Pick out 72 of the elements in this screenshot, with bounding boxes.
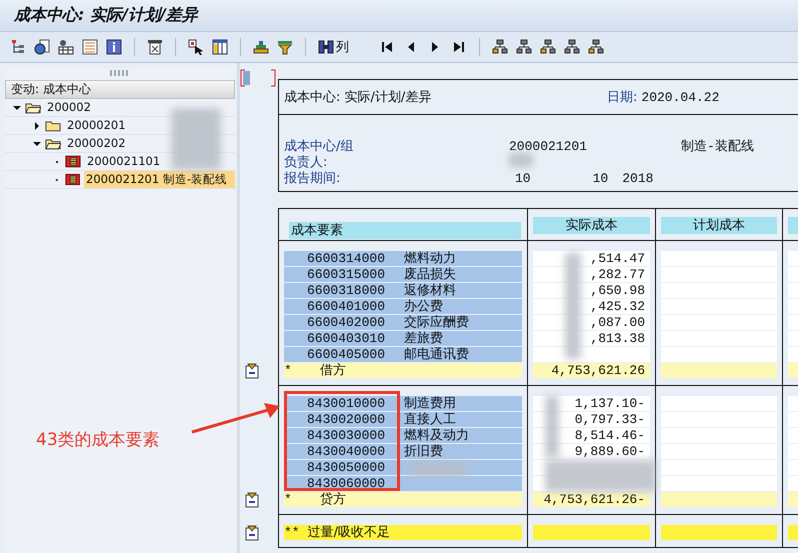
tree-item[interactable]: 2000021101 [85, 153, 162, 170]
field-label: 负责人: [284, 155, 328, 171]
document-icon[interactable] [34, 39, 50, 55]
blurred-area [171, 108, 221, 170]
list-icon[interactable] [82, 39, 98, 55]
cost-element-cell: 6600405000 邮电通讯费 [284, 347, 522, 362]
field-label: 报告期间: [284, 171, 342, 187]
blurred-area [509, 153, 533, 167]
cursor-icon[interactable] [188, 39, 204, 55]
cost-element-cell: 6600403010 差旅费 [284, 331, 522, 346]
cost-element-cell: 8430010000 制造费用 [284, 396, 522, 411]
tree-item[interactable]: 20000202 [65, 135, 128, 152]
collapse-arrow-icon[interactable] [13, 104, 21, 112]
tree-item[interactable]: 2000021201 制造-装配线 [84, 171, 235, 188]
field-value: 10 [592, 171, 608, 187]
cost-center-icon [64, 173, 80, 186]
field-label: 成本中心/组 [284, 139, 354, 155]
cost-center-icon [65, 155, 81, 168]
report-title: 成本中心: 实际/计划/差异 [284, 89, 432, 106]
hierarchy-icon[interactable] [588, 39, 604, 55]
date-value: 2020.04.22 [641, 90, 720, 104]
tree-header: 变动: 成本中心 [5, 80, 235, 99]
cost-element-cell: 6600315000 废品损失 [284, 267, 522, 282]
field-value: 10 [515, 171, 531, 187]
tree-item[interactable]: 20000201 [65, 117, 128, 134]
cost-element-cell: 6600318000 返修材料 [284, 283, 522, 298]
annotation-text: 43类的成本要素 [36, 429, 160, 451]
total-label: * 贷方 [284, 492, 522, 507]
hierarchy-icon[interactable] [516, 39, 532, 55]
column-header: 计划成本 [661, 217, 777, 234]
field-value: 2000021201 [509, 139, 588, 155]
cost-element-cell: 8430030000 燃料及动力 [284, 428, 522, 443]
date-label: 日期: [607, 89, 638, 106]
total-amount: 4,753,621.26- [533, 492, 650, 507]
total-amount: 4,753,621.26 [533, 363, 650, 378]
column-header: 成本要素 [289, 222, 521, 239]
binoculars-icon [318, 39, 334, 55]
field-value: 2018 [622, 171, 654, 187]
total-label: ** 过量/吸收不足 [284, 525, 522, 540]
subtotal-icon[interactable] [244, 492, 260, 508]
funnel-icon[interactable] [277, 39, 293, 55]
splitter-handle[interactable] [110, 70, 130, 76]
first-page-icon[interactable] [379, 39, 395, 55]
cursor-marker-icon [240, 69, 276, 87]
columns-icon[interactable] [212, 39, 228, 55]
hierarchy-icon[interactable] [10, 39, 26, 55]
subtotal-icon[interactable] [244, 525, 260, 541]
total-label: * 借方 [284, 363, 522, 378]
expand-arrow-icon[interactable] [33, 122, 41, 130]
subtotal-icon[interactable] [244, 363, 260, 379]
blurred-area [410, 462, 465, 476]
column-header: 实际成本 [533, 217, 650, 234]
cost-element-cell: 6600402000 交际应酬费 [284, 315, 522, 330]
field-value: 制造-装配线 [681, 139, 754, 155]
cost-element-cell: 8430020000 直接人工 [284, 412, 522, 427]
open-folder-icon [45, 137, 61, 150]
cost-element-cell: 8430040000 折旧费 [284, 444, 522, 459]
tree-item[interactable]: 200002 [45, 99, 93, 116]
find-column-button[interactable]: 列 [318, 38, 349, 56]
folder-icon [45, 119, 61, 132]
info-icon[interactable] [106, 39, 122, 55]
last-page-icon[interactable] [451, 39, 467, 55]
cost-element-cell: 6600401000 办公费 [284, 299, 522, 314]
collapse-arrow-icon[interactable] [33, 140, 41, 148]
hierarchy-icon[interactable] [540, 39, 556, 55]
hierarchy-icon[interactable] [492, 39, 508, 55]
blurred-area [545, 396, 559, 458]
hierarchy-icon[interactable] [564, 39, 580, 55]
cost-element-cell: 6600314000 燃料动力 [284, 251, 522, 266]
grid-icon[interactable] [58, 39, 74, 55]
window-title: 成本中心: 实际/计划/差异 [14, 5, 198, 26]
open-folder-icon [25, 101, 41, 114]
